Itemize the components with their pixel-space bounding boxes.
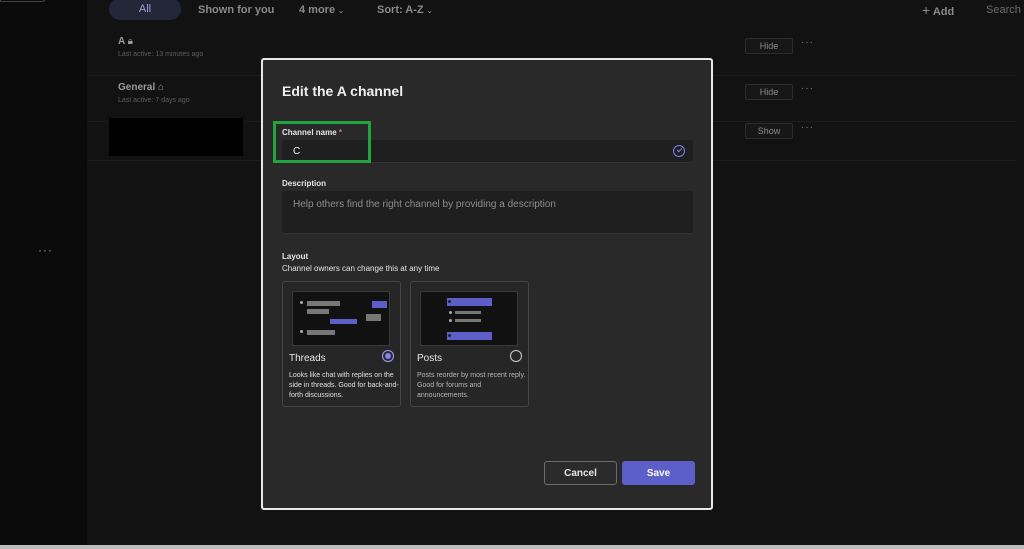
hide-button[interactable]: Hide: [745, 84, 793, 100]
description-label: Description: [282, 179, 327, 188]
channel-name-label: Channel name *: [282, 128, 343, 137]
threads-preview: [292, 291, 390, 346]
rail-top-button[interactable]: [0, 0, 46, 2]
show-button[interactable]: Show: [745, 123, 793, 139]
channel-last-active: Last active: 13 minutes ago: [118, 51, 204, 58]
chevron-down-icon: ⌄: [338, 8, 345, 15]
filter-shown-for-you[interactable]: Shown for you: [198, 4, 274, 16]
description-field[interactable]: [282, 191, 693, 234]
layout-subtitle: Channel owners can change this at any ti…: [282, 264, 440, 273]
threads-description: Looks like chat with replies on the side…: [289, 372, 399, 399]
edit-channel-dialog: Edit the A channel Channel name * C Desc…: [261, 58, 713, 510]
home-icon: ⌂: [158, 82, 165, 93]
add-label: Add: [932, 6, 955, 18]
layout-option-threads[interactable]: Threads Looks like chat with replies on …: [282, 281, 401, 407]
filter-more[interactable]: 4 more ⌄: [299, 4, 344, 16]
threads-title: Threads: [289, 353, 326, 364]
required-mark: *: [338, 128, 343, 137]
layout-option-posts[interactable]: Posts Posts reorder by most recent reply…: [410, 281, 529, 407]
posts-radio[interactable]: [510, 350, 522, 362]
posts-preview: [420, 291, 518, 346]
layout-label: Layout: [282, 252, 309, 261]
posts-title: Posts: [417, 353, 443, 364]
add-button[interactable]: + Add: [922, 2, 954, 18]
filter-all[interactable]: All: [109, 0, 181, 20]
more-options-icon[interactable]: ···: [38, 243, 53, 257]
bottom-divider: [0, 545, 1024, 549]
filter-more-label: 4 more: [299, 4, 336, 16]
sort-label: Sort: A-Z: [377, 4, 424, 16]
filter-bar: All Shown for you 4 more ⌄ Sort: A-Z ⌄ +…: [87, 0, 1024, 24]
chevron-down-icon: ⌄: [426, 8, 433, 15]
sort-dropdown[interactable]: Sort: A-Z ⌄: [377, 4, 433, 16]
threads-radio[interactable]: [382, 350, 394, 362]
left-rail: ···: [0, 0, 87, 549]
channel-last-active: Last active: 7 days ago: [118, 97, 190, 104]
more-options-icon[interactable]: ···: [801, 37, 814, 48]
channel-name-field[interactable]: C: [282, 140, 693, 163]
channel-name: A 🔒︎: [118, 36, 133, 47]
redacted-channel-name: [109, 118, 243, 156]
hide-button[interactable]: Hide: [745, 38, 793, 54]
save-button[interactable]: Save: [622, 461, 695, 485]
check-circle-icon: [673, 145, 685, 157]
channel-name-value: C: [293, 146, 301, 157]
search-input[interactable]: Search: [986, 4, 1021, 16]
description-input[interactable]: [293, 199, 683, 210]
more-options-icon[interactable]: ···: [801, 83, 814, 94]
lock-icon: 🔒︎: [127, 36, 133, 47]
channel-name: General ⌂: [118, 82, 165, 93]
plus-icon: +: [922, 2, 931, 18]
posts-description: Posts reorder by most recent reply. Good…: [417, 372, 526, 399]
dialog-title: Edit the A channel: [282, 83, 404, 99]
more-options-icon[interactable]: ···: [801, 122, 814, 133]
cancel-button[interactable]: Cancel: [544, 461, 617, 485]
